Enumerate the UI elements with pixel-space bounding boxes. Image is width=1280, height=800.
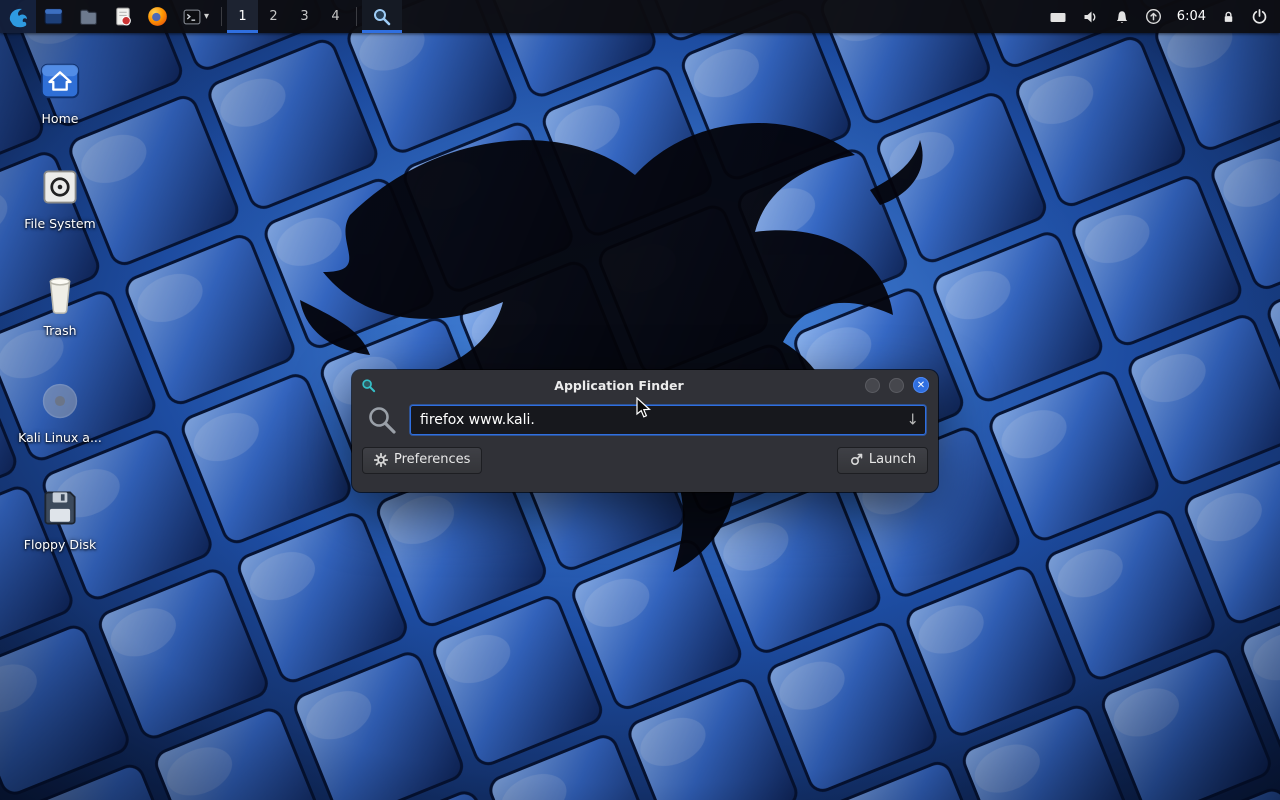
top-panel: ▾ 1 2 3 4 <box>0 0 1280 33</box>
floppy-disk-icon <box>38 486 82 530</box>
maximize-button[interactable] <box>889 378 904 393</box>
folder-icon <box>78 6 99 27</box>
panel-separator <box>221 7 222 26</box>
updates-status-icon[interactable] <box>1145 8 1162 25</box>
workspace-2[interactable]: 2 <box>258 0 289 33</box>
firefox-icon <box>147 6 168 27</box>
desktop-icon-label: Floppy Disk <box>24 537 96 552</box>
launch-icon <box>849 453 863 467</box>
lock-screen-icon[interactable] <box>1221 9 1236 25</box>
desktop-icon-kali-volume[interactable]: Kali Linux a... <box>12 379 108 445</box>
home-folder-icon <box>37 58 83 104</box>
preferences-button-label: Preferences <box>394 452 470 469</box>
trash-icon <box>39 272 81 316</box>
desktop-icon-label: Trash <box>43 323 76 338</box>
desktop-icon-trash[interactable]: Trash <box>12 272 108 338</box>
launcher-firefox[interactable] <box>140 0 175 33</box>
panel-tray: 6:04 <box>1049 0 1280 33</box>
search-input-wrap: ↓ <box>410 405 926 435</box>
keyboard-layout-icon[interactable] <box>1049 9 1067 25</box>
workspace-3[interactable]: 3 <box>289 0 320 33</box>
window-icon-magnifier <box>361 378 376 393</box>
preferences-button[interactable]: Preferences <box>362 447 482 474</box>
search-icon <box>367 405 397 435</box>
desktop-icon-label: Kali Linux a... <box>18 430 102 445</box>
application-finder-window: Application Finder ✕ ↓ <box>352 370 938 492</box>
window-controls: ✕ <box>865 377 929 393</box>
file-manager-icon <box>43 6 64 27</box>
titlebar[interactable]: Application Finder ✕ <box>352 370 938 400</box>
taskbar-application-finder[interactable] <box>362 0 402 33</box>
application-finder-taskbar-icon <box>372 7 392 27</box>
kali-menu-icon <box>6 5 30 29</box>
terminal-dropdown-chevron-icon[interactable]: ▾ <box>204 11 209 22</box>
kali-volume-icon <box>38 379 82 423</box>
minimize-button[interactable] <box>865 378 880 393</box>
input-dropdown-arrow-icon[interactable]: ↓ <box>906 413 919 428</box>
desktop-icon-home[interactable]: Home <box>12 58 108 126</box>
launcher-terminal[interactable]: ▾ <box>175 0 216 33</box>
notifications-bell-icon[interactable] <box>1114 9 1130 25</box>
clock[interactable]: 6:04 <box>1177 9 1206 24</box>
button-row: Preferences Launch <box>352 435 938 474</box>
volume-icon[interactable] <box>1082 9 1099 25</box>
terminal-icon <box>182 7 202 27</box>
launch-button[interactable]: Launch <box>837 447 928 474</box>
launcher-file-browser[interactable] <box>71 0 106 33</box>
power-logout-icon[interactable] <box>1251 8 1268 25</box>
panel-left: ▾ 1 2 3 4 <box>0 0 402 33</box>
desktop-icon-file-system[interactable]: File System <box>12 165 108 231</box>
panel-separator <box>356 7 357 26</box>
window-title: Application Finder <box>392 378 846 393</box>
workspace-1[interactable]: 1 <box>227 0 258 33</box>
desktop-icon-floppy-disk[interactable]: Floppy Disk <box>12 486 108 552</box>
text-editor-icon <box>113 6 133 27</box>
applications-menu-button[interactable] <box>0 0 36 33</box>
desktop-icon-label: File System <box>24 216 96 231</box>
search-input[interactable] <box>410 405 926 435</box>
file-system-drive-icon <box>38 165 82 209</box>
search-row: ↓ <box>352 400 938 435</box>
workspace-4[interactable]: 4 <box>320 0 351 33</box>
gear-icon <box>374 453 388 467</box>
launcher-text-editor[interactable] <box>106 0 140 33</box>
launcher-file-manager[interactable] <box>36 0 71 33</box>
desktop-icon-label: Home <box>42 111 79 126</box>
close-button[interactable]: ✕ <box>913 377 929 393</box>
launch-button-label: Launch <box>869 452 916 469</box>
